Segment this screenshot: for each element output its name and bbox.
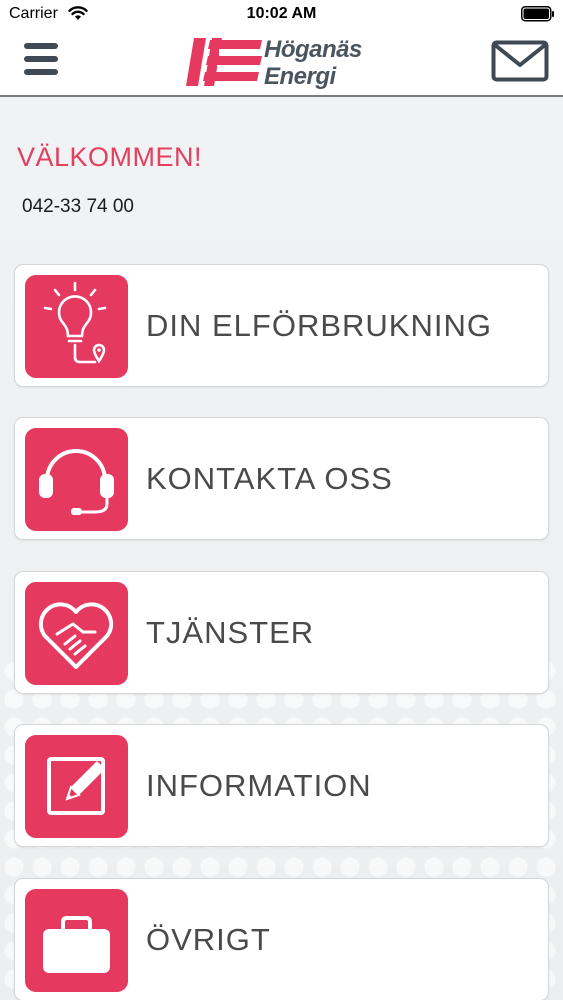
headset-icon xyxy=(25,428,128,531)
hamburger-menu-icon[interactable] xyxy=(24,43,62,81)
briefcase-icon xyxy=(25,889,128,992)
status-time: 10:02 AM xyxy=(246,5,317,22)
status-bar: Carrier 10:02 AM xyxy=(0,0,563,30)
menu-card-tjanster[interactable]: TJÄNSTER xyxy=(14,571,549,694)
menu-card-label: KONTAKTA OSS xyxy=(146,461,393,496)
menu-card-label: TJÄNSTER xyxy=(146,615,315,650)
edit-note-icon xyxy=(25,735,128,838)
welcome-title: VÄLKOMMEN! xyxy=(17,142,203,172)
main-content: VÄLKOMMEN! 042-33 74 00 DIN ELFÖRBRUKNIN… xyxy=(0,97,563,1000)
logo-line1: Höganäs xyxy=(264,36,362,63)
battery-icon xyxy=(521,6,555,27)
heart-handshake-icon xyxy=(25,582,128,685)
brand-logo: Höganäs Energi xyxy=(186,34,386,90)
menu-card-label: ÖVRIGT xyxy=(146,922,271,957)
menu-card-information[interactable]: INFORMATION xyxy=(14,724,549,847)
logo-mark-icon xyxy=(186,38,262,86)
menu-card-label: DIN ELFÖRBRUKNING xyxy=(146,308,492,343)
menu-card-ovrigt[interactable]: ÖVRIGT xyxy=(14,878,549,1000)
menu-card-label: INFORMATION xyxy=(146,768,372,803)
menu-card-din-elforbrukning[interactable]: DIN ELFÖRBRUKNING xyxy=(14,264,549,387)
envelope-icon[interactable] xyxy=(491,40,549,87)
logo-wordmark: Höganäs Energi xyxy=(264,36,362,90)
logo-line2: Energi xyxy=(264,63,336,90)
phone-number[interactable]: 042-33 74 00 xyxy=(22,196,134,218)
app-header: Höganäs Energi xyxy=(0,30,563,97)
menu-card-kontakta-oss[interactable]: KONTAKTA OSS xyxy=(14,417,549,540)
lightbulb-icon xyxy=(25,275,128,378)
